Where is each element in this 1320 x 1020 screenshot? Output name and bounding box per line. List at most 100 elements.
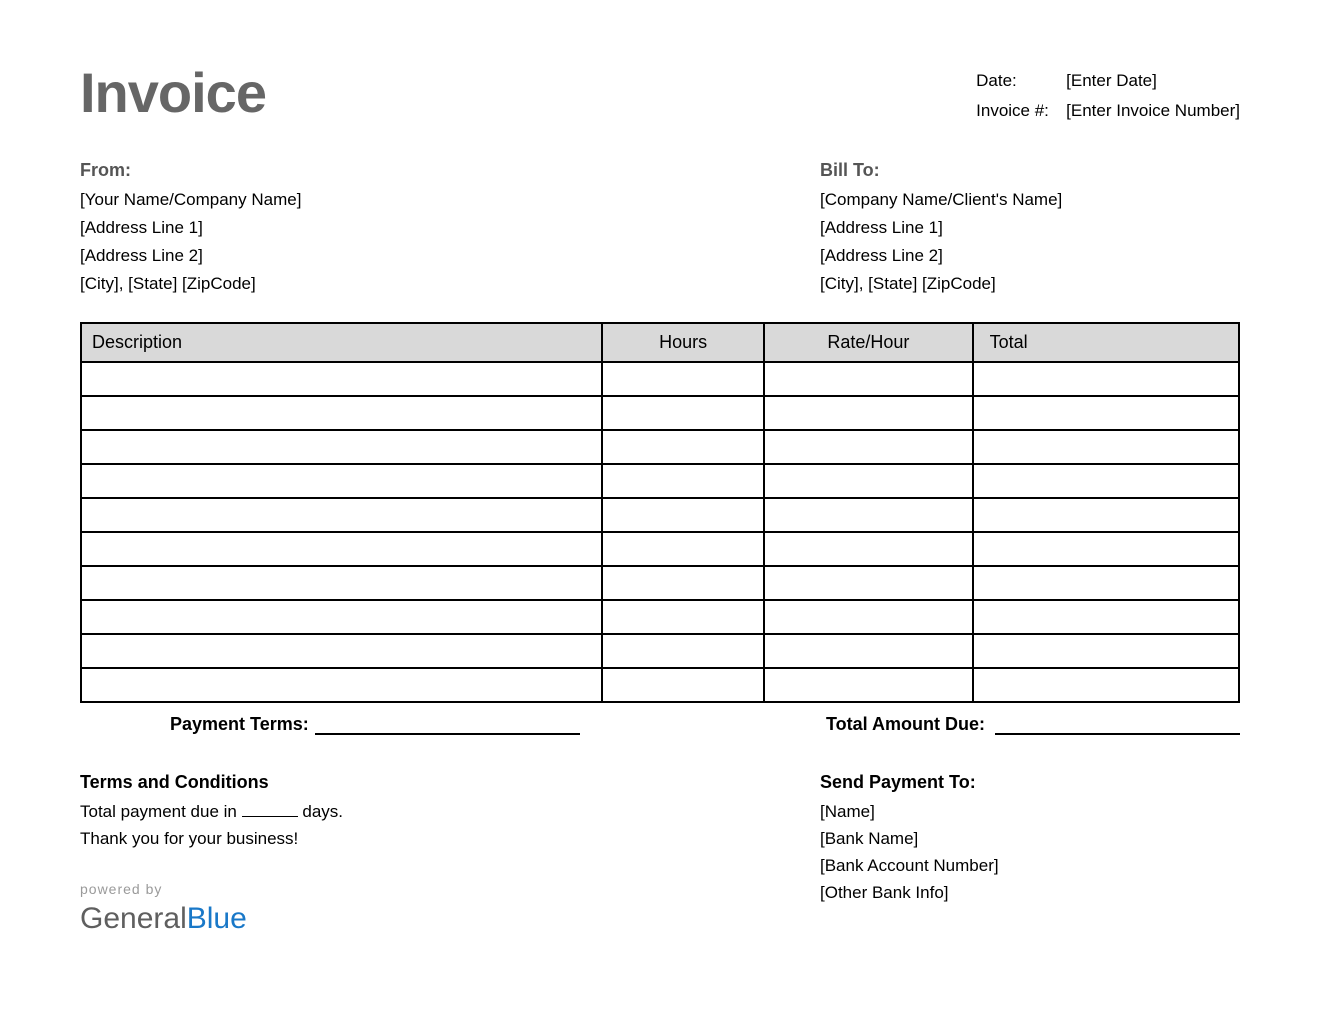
total-amount-due-field[interactable]: [995, 713, 1240, 735]
meta-invoice-row: Invoice #: [Enter Invoice Number]: [976, 96, 1240, 126]
terms-block: Terms and Conditions Total payment due i…: [80, 769, 640, 935]
bill-to-block: Bill To: [Company Name/Client's Name] [A…: [820, 156, 1240, 298]
cell-hours[interactable]: [602, 532, 764, 566]
cell-total[interactable]: [973, 430, 1239, 464]
cell-total[interactable]: [973, 668, 1239, 702]
cell-rate[interactable]: [764, 668, 972, 702]
cell-description[interactable]: [81, 430, 602, 464]
cell-hours[interactable]: [602, 600, 764, 634]
cell-description[interactable]: [81, 668, 602, 702]
brand-logo: GeneralBlue: [80, 903, 640, 935]
cell-rate[interactable]: [764, 362, 972, 396]
table-row: [81, 362, 1239, 396]
cell-rate[interactable]: [764, 600, 972, 634]
from-heading: From:: [80, 156, 500, 184]
invoice-page: Invoice Date: [Enter Date] Invoice #: [E…: [0, 0, 1320, 975]
from-city-field[interactable]: [City], [State] [ZipCode]: [80, 270, 500, 298]
cell-hours[interactable]: [602, 498, 764, 532]
bank-account-field[interactable]: [Bank Account Number]: [820, 852, 1240, 879]
bill-to-address1-field[interactable]: [Address Line 1]: [820, 214, 1240, 242]
table-row: [81, 566, 1239, 600]
cell-rate[interactable]: [764, 634, 972, 668]
table-header-row: Description Hours Rate/Hour Total: [81, 323, 1239, 362]
line-items-table: Description Hours Rate/Hour Total: [80, 322, 1240, 703]
cell-rate[interactable]: [764, 566, 972, 600]
cell-hours[interactable]: [602, 362, 764, 396]
header-row: Invoice Date: [Enter Date] Invoice #: [E…: [80, 60, 1240, 126]
brand-text-general: General: [80, 902, 187, 935]
terms-line-1a: Total payment due in: [80, 802, 237, 821]
payment-terms-label: Payment Terms:: [170, 714, 309, 735]
col-header-hours: Hours: [602, 323, 764, 362]
brand-block: powered by GeneralBlue: [80, 876, 640, 935]
total-amount-due-block: Total Amount Due:: [826, 713, 1240, 735]
table-row: [81, 600, 1239, 634]
cell-rate[interactable]: [764, 498, 972, 532]
from-block: From: [Your Name/Company Name] [Address …: [80, 156, 500, 298]
total-amount-due-label: Total Amount Due:: [826, 714, 985, 735]
bill-to-city-field[interactable]: [City], [State] [ZipCode]: [820, 270, 1240, 298]
cell-description[interactable]: [81, 362, 602, 396]
cell-total[interactable]: [973, 464, 1239, 498]
totals-row: Payment Terms: Total Amount Due:: [80, 713, 1240, 735]
parties-row: From: [Your Name/Company Name] [Address …: [80, 156, 1240, 298]
bill-to-heading: Bill To:: [820, 156, 1240, 184]
days-field[interactable]: [242, 799, 298, 817]
cell-total[interactable]: [973, 566, 1239, 600]
cell-rate[interactable]: [764, 464, 972, 498]
cell-hours[interactable]: [602, 430, 764, 464]
other-bank-info-field[interactable]: [Other Bank Info]: [820, 879, 1240, 906]
date-label: Date:: [976, 66, 1066, 96]
table-row: [81, 396, 1239, 430]
payment-terms-field[interactable]: [315, 713, 580, 735]
date-field[interactable]: [Enter Date]: [1066, 66, 1157, 96]
cell-total[interactable]: [973, 498, 1239, 532]
cell-description[interactable]: [81, 600, 602, 634]
table-row: [81, 498, 1239, 532]
cell-description[interactable]: [81, 396, 602, 430]
footer-row: Terms and Conditions Total payment due i…: [80, 769, 1240, 935]
send-payment-block: Send Payment To: [Name] [Bank Name] [Ban…: [820, 769, 1240, 935]
cell-total[interactable]: [973, 396, 1239, 430]
terms-line-1: Total payment due in days.: [80, 798, 640, 825]
cell-description[interactable]: [81, 498, 602, 532]
cell-description[interactable]: [81, 532, 602, 566]
table-row: [81, 430, 1239, 464]
table-row: [81, 464, 1239, 498]
cell-hours[interactable]: [602, 566, 764, 600]
cell-hours[interactable]: [602, 464, 764, 498]
bill-to-name-field[interactable]: [Company Name/Client's Name]: [820, 186, 1240, 214]
cell-description[interactable]: [81, 566, 602, 600]
invoice-number-field[interactable]: [Enter Invoice Number]: [1066, 96, 1240, 126]
from-address1-field[interactable]: [Address Line 1]: [80, 214, 500, 242]
cell-hours[interactable]: [602, 668, 764, 702]
brand-text-blue: Blue: [187, 902, 247, 935]
table-row: [81, 532, 1239, 566]
payee-name-field[interactable]: [Name]: [820, 798, 1240, 825]
cell-rate[interactable]: [764, 532, 972, 566]
invoice-number-label: Invoice #:: [976, 96, 1066, 126]
cell-rate[interactable]: [764, 396, 972, 430]
cell-total[interactable]: [973, 362, 1239, 396]
bill-to-address2-field[interactable]: [Address Line 2]: [820, 242, 1240, 270]
cell-description[interactable]: [81, 634, 602, 668]
invoice-meta: Date: [Enter Date] Invoice #: [Enter Inv…: [976, 66, 1240, 126]
send-payment-heading: Send Payment To:: [820, 769, 1240, 796]
terms-line-1b: days.: [302, 802, 343, 821]
col-header-total: Total: [973, 323, 1239, 362]
cell-hours[interactable]: [602, 396, 764, 430]
terms-line-2: Thank you for your business!: [80, 825, 640, 852]
meta-date-row: Date: [Enter Date]: [976, 66, 1240, 96]
cell-total[interactable]: [973, 600, 1239, 634]
cell-hours[interactable]: [602, 634, 764, 668]
from-name-field[interactable]: [Your Name/Company Name]: [80, 186, 500, 214]
cell-rate[interactable]: [764, 430, 972, 464]
powered-by-label: powered by: [80, 876, 640, 903]
bank-name-field[interactable]: [Bank Name]: [820, 825, 1240, 852]
cell-total[interactable]: [973, 634, 1239, 668]
cell-description[interactable]: [81, 464, 602, 498]
cell-total[interactable]: [973, 532, 1239, 566]
payment-terms-block: Payment Terms:: [170, 713, 580, 735]
from-address2-field[interactable]: [Address Line 2]: [80, 242, 500, 270]
table-row: [81, 634, 1239, 668]
